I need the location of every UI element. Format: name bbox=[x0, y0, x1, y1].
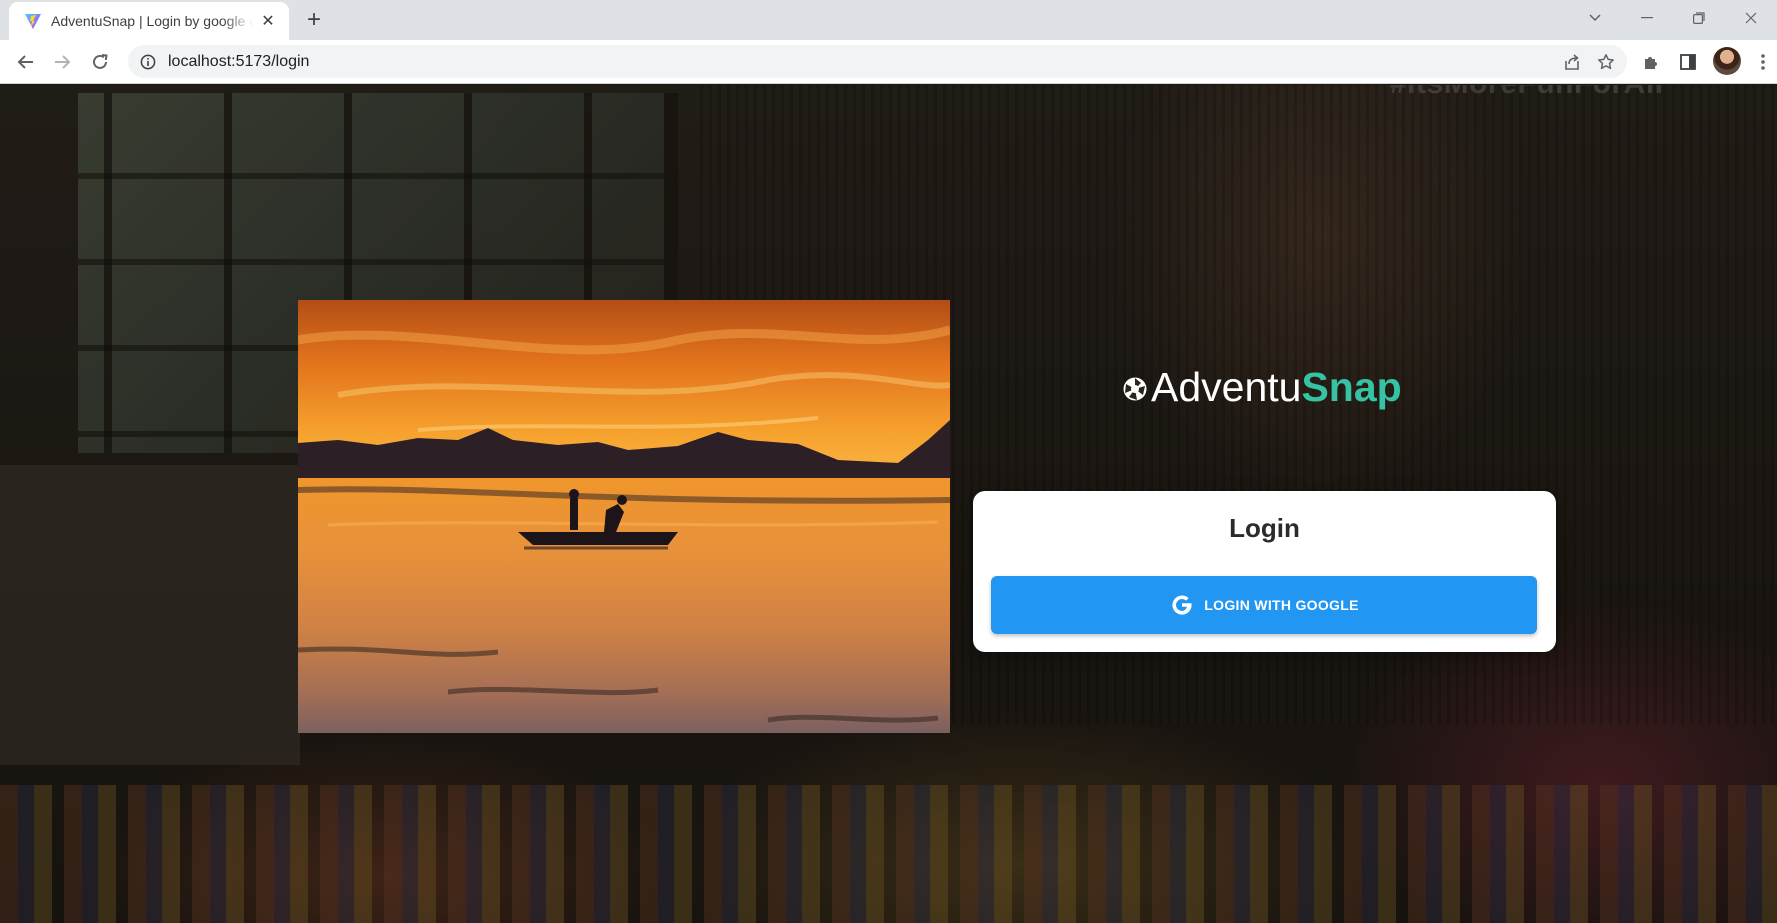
info-icon[interactable] bbox=[138, 52, 158, 72]
arrow-right-icon[interactable] bbox=[48, 48, 76, 76]
login-with-google-button[interactable]: LOGIN WITH GOOGLE bbox=[991, 576, 1537, 634]
profile-avatar[interactable] bbox=[1713, 47, 1741, 75]
minimize-icon[interactable] bbox=[1621, 0, 1673, 36]
browser-tab[interactable]: AdventuSnap | Login by google a ✕ bbox=[9, 2, 289, 40]
side-panel-icon[interactable] bbox=[1674, 48, 1702, 76]
arrow-left-icon[interactable] bbox=[12, 48, 40, 76]
browser-toolbar: localhost:5173/login bbox=[0, 40, 1777, 84]
vite-logo-icon bbox=[23, 11, 43, 31]
star-icon[interactable] bbox=[1593, 49, 1619, 75]
brand-name-part2: Snap bbox=[1301, 363, 1402, 410]
window-close-icon[interactable] bbox=[1725, 0, 1777, 36]
login-title: Login bbox=[1229, 513, 1300, 543]
address-bar[interactable]: localhost:5173/login bbox=[128, 45, 1627, 78]
login-page: #ItsMoreFunForAll bbox=[0, 85, 1777, 923]
close-icon[interactable]: ✕ bbox=[259, 12, 277, 30]
google-button-label: LOGIN WITH GOOGLE bbox=[1204, 597, 1359, 613]
share-icon[interactable] bbox=[1559, 49, 1585, 75]
brand-logo: Adventu Snap bbox=[1122, 362, 1402, 412]
url-text: localhost:5173/login bbox=[168, 52, 310, 70]
puzzle-icon[interactable] bbox=[1637, 48, 1665, 76]
brand-name-part1: Adventu bbox=[1151, 363, 1302, 410]
tab-title: AdventuSnap | Login by google a bbox=[51, 13, 253, 29]
camera-aperture-icon bbox=[1122, 376, 1148, 402]
kebab-menu-icon[interactable] bbox=[1749, 48, 1777, 76]
sunset-photo bbox=[298, 300, 950, 733]
google-g-icon bbox=[1169, 592, 1195, 618]
browser-tab-bar: AdventuSnap | Login by google a ✕ + bbox=[0, 0, 1777, 40]
reload-icon[interactable] bbox=[86, 48, 114, 76]
background-caption: #ItsMoreFunForAll bbox=[1390, 85, 1664, 101]
new-tab-button[interactable]: + bbox=[300, 8, 328, 32]
login-card: Login LOGIN WITH GOOGLE bbox=[973, 491, 1556, 652]
tab-search-icon[interactable] bbox=[1569, 0, 1621, 36]
restore-icon[interactable] bbox=[1673, 0, 1725, 36]
window-controls bbox=[1569, 0, 1777, 36]
